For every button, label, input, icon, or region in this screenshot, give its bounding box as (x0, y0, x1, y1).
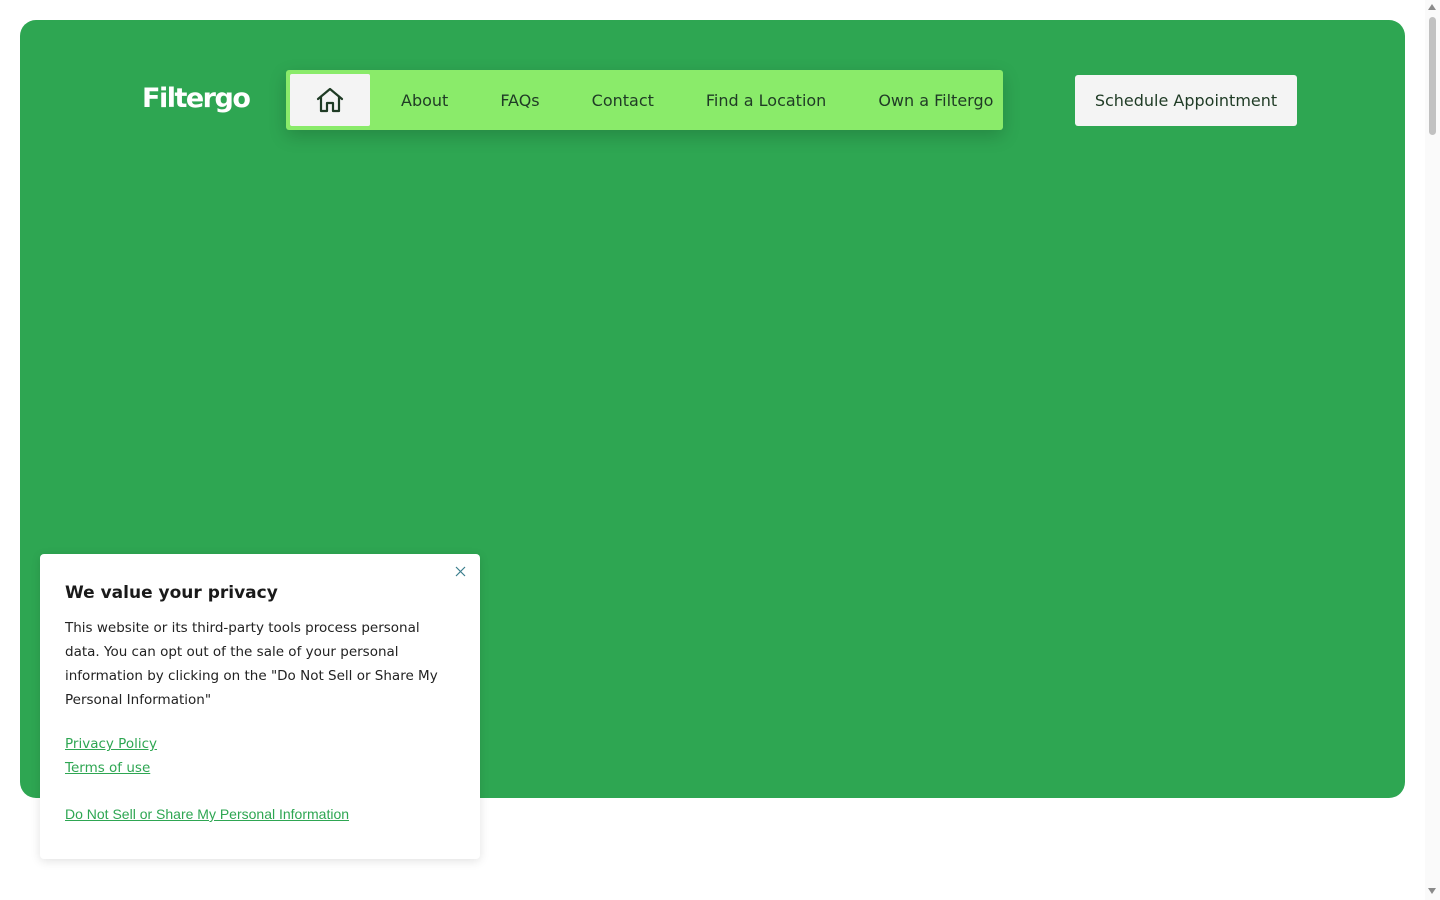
nav-item-about[interactable]: About (401, 91, 448, 110)
home-icon (316, 87, 344, 113)
vertical-scrollbar[interactable] (1425, 0, 1440, 900)
page: Filtergo About FAQs Contact Find a Locat… (0, 0, 1440, 900)
nav-item-contact[interactable]: Contact (592, 91, 654, 110)
privacy-close-button[interactable] (452, 563, 468, 579)
nav-item-faqs[interactable]: FAQs (500, 91, 539, 110)
privacy-title: We value your privacy (65, 583, 278, 603)
nav-item-own-filtergo[interactable]: Own a Filtergo (878, 91, 993, 110)
logo[interactable]: Filtergo (142, 80, 251, 118)
main-nav: About FAQs Contact Find a Location Own a… (286, 70, 1003, 130)
terms-of-use-link[interactable]: Terms of use (65, 756, 455, 780)
privacy-policy-link[interactable]: Privacy Policy (65, 732, 455, 756)
privacy-links: Privacy Policy Terms of use (65, 732, 455, 780)
do-not-sell-link[interactable]: Do Not Sell or Share My Personal Informa… (65, 806, 349, 822)
nav-home-button[interactable] (290, 74, 370, 126)
schedule-appointment-button[interactable]: Schedule Appointment (1075, 75, 1297, 126)
privacy-banner: We value your privacy This website or it… (40, 554, 480, 859)
scroll-up-arrow-icon[interactable] (1428, 4, 1436, 10)
scrollbar-thumb[interactable] (1429, 17, 1436, 135)
nav-item-find-location[interactable]: Find a Location (706, 91, 826, 110)
privacy-body-text: This website or its third-party tools pr… (65, 620, 438, 708)
scroll-down-arrow-icon[interactable] (1428, 888, 1436, 894)
close-icon (455, 566, 465, 576)
